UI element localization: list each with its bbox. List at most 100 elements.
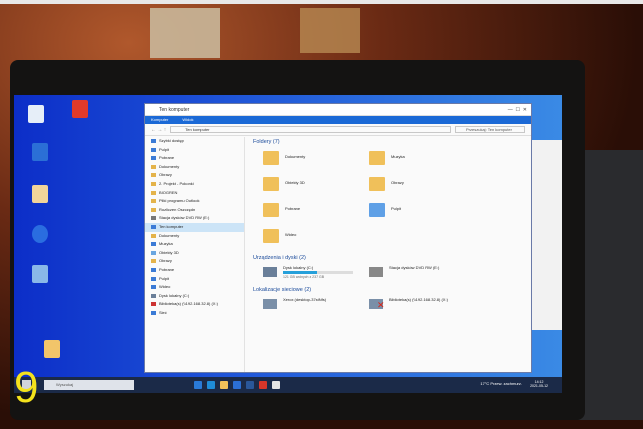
nav-item[interactable]: Pulpit: [145, 275, 244, 284]
drive-item[interactable]: Dysk lokalny (C:) 121 GB wolnych z 237 G…: [263, 265, 373, 285]
app-icon[interactable]: [272, 381, 280, 389]
video-folder-icon: [263, 229, 279, 243]
app-icon[interactable]: [32, 225, 48, 243]
folder-icon: [151, 207, 156, 212]
folder-icon: [151, 259, 156, 264]
address-row: ← → ↑ Ten komputer Przeszukaj: Ten kompu…: [145, 124, 531, 136]
nav-item[interactable]: Rozliczen Oszczędn: [145, 206, 244, 215]
drive-icon: [263, 267, 277, 277]
folder-icon: [151, 181, 156, 186]
neighbor-laptop: [575, 150, 643, 420]
folder-item[interactable]: Obiekty 3D: [263, 177, 383, 199]
folders-header[interactable]: Foldery (7): [253, 139, 280, 145]
3d-folder-icon: [263, 177, 279, 191]
window-controls[interactable]: — ☐ ✕: [508, 104, 527, 116]
nav-item[interactable]: Obrazy: [145, 171, 244, 180]
nav-item[interactable]: Wideo: [145, 283, 244, 292]
folder-icon: [151, 199, 156, 204]
nav-item[interactable]: Sieć: [145, 309, 244, 318]
nav-item[interactable]: Obrazy: [145, 257, 244, 266]
folder-item[interactable]: Pobrane: [263, 203, 383, 225]
nav-item[interactable]: BIOGREN: [145, 189, 244, 198]
desktop-icon[interactable]: [32, 143, 48, 161]
download-icon: [151, 267, 156, 272]
search-input[interactable]: Przeszukaj: Ten komputer: [455, 126, 525, 133]
taskbar-search[interactable]: Wyszukaj: [44, 380, 134, 390]
printer-icon: [263, 299, 277, 309]
nav-item[interactable]: 2. Projekt - Pokonki: [145, 180, 244, 189]
network-item[interactable]: ✕ Biblioteka(s) (\\192.168.32.8) (X:): [369, 297, 479, 317]
dvd-icon: [369, 267, 383, 277]
explorer-icon[interactable]: [220, 381, 228, 389]
folder-item[interactable]: Pulpit: [369, 203, 489, 225]
folder-item[interactable]: Obrazy: [369, 177, 489, 199]
nav-item[interactable]: Pobrane: [145, 266, 244, 275]
folder-icon: [263, 151, 279, 165]
nav-arrows-icon[interactable]: ← → ↑: [151, 127, 166, 133]
pictures-folder-icon: [369, 177, 385, 191]
desktop-icon: [151, 147, 156, 152]
desktop-icon[interactable]: [32, 265, 48, 283]
tab-komputer[interactable]: Komputer: [151, 116, 168, 124]
nav-item[interactable]: Stacja dysków DVD RW (E:): [145, 214, 244, 223]
music-folder-icon: [369, 151, 385, 165]
folder-icon: [151, 173, 156, 178]
dvd-icon: [151, 216, 156, 221]
nav-item[interactable]: Dysk lokalny (C:): [145, 292, 244, 301]
file-icon[interactable]: [44, 340, 60, 358]
file-explorer-window: Ten komputer — ☐ ✕ Komputer Widok ← → ↑ …: [144, 103, 532, 373]
content-pane: Foldery (7) Dokumenty Muzyka Obiekty 3D …: [249, 137, 531, 372]
word-icon[interactable]: [246, 381, 254, 389]
star-icon: [151, 139, 156, 143]
folder-item[interactable]: Wideo: [263, 229, 383, 251]
cube-icon: [151, 250, 156, 255]
edge-icon[interactable]: [207, 381, 215, 389]
taskview-icon[interactable]: [194, 381, 202, 389]
nav-item[interactable]: Dokumenty: [145, 232, 244, 241]
folder-item[interactable]: Muzyka: [369, 151, 489, 173]
nav-item[interactable]: Pliki programu Outlook: [145, 197, 244, 206]
taskbar: Wyszukaj 17°C Przew. zachmurz. 14:12 202…: [14, 377, 562, 393]
overlay-number: 9: [14, 363, 39, 412]
top-strip: [0, 0, 643, 4]
folder-icon: [151, 164, 156, 169]
drive-icon: [151, 293, 156, 298]
computer-icon: [151, 224, 156, 229]
nav-item[interactable]: Ten komputer: [145, 222, 244, 232]
window-titlebar: Ten komputer — ☐ ✕: [145, 104, 531, 116]
desktop-folder-icon: [369, 203, 385, 217]
pdf-icon[interactable]: [259, 381, 267, 389]
desktop-icon: [151, 276, 156, 281]
weather-tray[interactable]: 17°C Przew. zachmurz.: [480, 381, 522, 386]
navigation-pane: Szybki dostęp Pulpit Pobrane Dokumenty O…: [145, 137, 245, 372]
folder-icon: [151, 190, 156, 195]
folder-item[interactable]: Dokumenty: [263, 151, 383, 173]
laptop-screen: Ten komputer — ☐ ✕ Komputer Widok ← → ↑ …: [14, 95, 562, 393]
drive-usage-bar: [283, 271, 353, 274]
desktop-icon[interactable]: [28, 105, 44, 123]
drive-item[interactable]: Stacja dysków DVD RW (E:): [369, 265, 479, 285]
video-icon: [151, 285, 156, 290]
pdf-icon[interactable]: [72, 100, 88, 118]
nav-item[interactable]: Obiekty 3D: [145, 249, 244, 258]
download-icon: [151, 156, 156, 161]
tab-widok[interactable]: Widok: [182, 116, 193, 124]
nav-item[interactable]: Pobrane: [145, 154, 244, 163]
outlook-icon[interactable]: [233, 381, 241, 389]
clock[interactable]: 14:12 2021-05-12: [530, 380, 548, 388]
nav-item[interactable]: Muzyka: [145, 240, 244, 249]
music-icon: [151, 242, 156, 247]
nav-item[interactable]: Biblioteka(s) (\\192.168.32.8) (X:): [145, 300, 244, 309]
background-window: [529, 140, 562, 330]
network-header[interactable]: Lokalizacje sieciowe (2): [253, 287, 311, 293]
address-bar[interactable]: Ten komputer: [170, 126, 451, 133]
nav-item[interactable]: Szybki dostęp: [145, 137, 244, 146]
nav-item[interactable]: Pulpit: [145, 146, 244, 155]
network-drive-icon: [151, 302, 156, 307]
ribbon-tabs: Komputer Widok: [145, 116, 531, 124]
folder-icon[interactable]: [32, 185, 48, 203]
network-icon: [151, 310, 156, 315]
network-item[interactable]: Xerox (desktop-37stNfs): [263, 297, 373, 317]
nav-item[interactable]: Dokumenty: [145, 163, 244, 172]
devices-header[interactable]: Urządzenia i dyski (2): [253, 255, 306, 261]
